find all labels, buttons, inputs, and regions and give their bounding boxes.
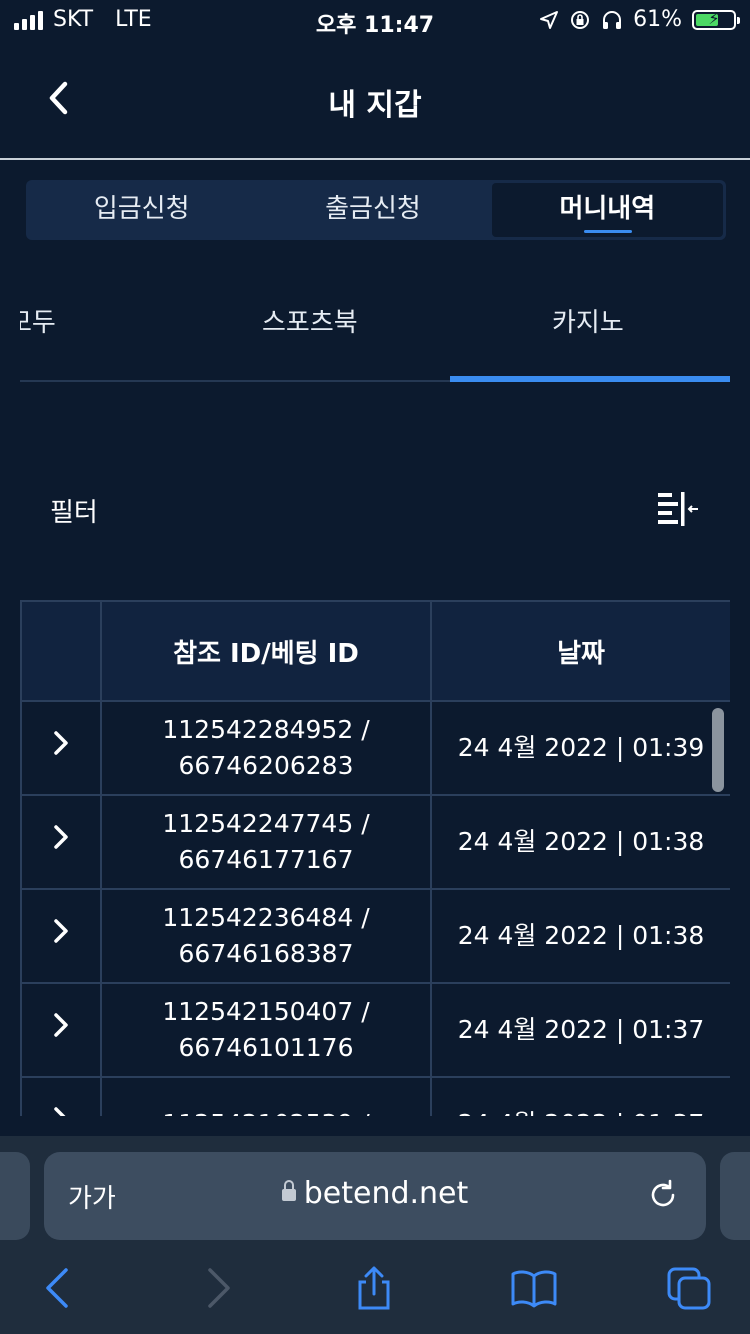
tab-money-history-label: 머니내역 — [559, 194, 656, 224]
subtab-all[interactable]: 모두 — [20, 302, 56, 339]
subtab-casino[interactable]: 카지노 — [552, 302, 624, 339]
date-cell: 24 4월 2022 | 01:37 — [430, 1076, 730, 1116]
filter-label: 필터 — [50, 498, 98, 528]
date-cell: 24 4월 2022 | 01:39 — [430, 700, 730, 796]
tabs-icon[interactable] — [666, 1266, 714, 1310]
table-row[interactable]: 112542284952 / 66746206283 24 4월 2022 | 01… — [20, 700, 730, 796]
share-icon[interactable] — [352, 1266, 396, 1310]
table-row[interactable]: 112542150407 / 66746101176 24 4월 2022 | 01… — [20, 982, 730, 1078]
bookmarks-icon[interactable] — [510, 1266, 558, 1310]
chevron-right-icon[interactable] — [51, 918, 71, 944]
ref-id: 112542150407 / — [162, 997, 370, 1026]
rotation-lock-icon — [571, 10, 590, 29]
lock-icon — [281, 1179, 296, 1201]
column-header-expand — [20, 600, 102, 702]
date-cell: 24 4월 2022 | 01:38 — [430, 888, 730, 984]
active-tab-indicator — [583, 230, 632, 233]
row-expand-cell[interactable] — [20, 700, 102, 796]
bet-id: 66746101176 — [178, 1033, 354, 1062]
url-text: betend.net — [303, 1176, 469, 1211]
ref-id-cell: 112542102539 / — [100, 1076, 432, 1116]
address-bar[interactable]: 가가 betend.net — [44, 1152, 706, 1240]
table-row[interactable]: 112542236484 / 66746168387 24 4월 2022 | 01… — [20, 888, 730, 984]
reload-icon[interactable] — [646, 1178, 680, 1212]
ref-id: 112542236484 / — [162, 903, 370, 932]
bet-id: 66746206283 — [178, 751, 354, 780]
row-expand-cell[interactable] — [20, 794, 102, 890]
category-tabs: 모두 스포츠북 카지노 — [20, 290, 730, 382]
row-expand-cell[interactable] — [20, 982, 102, 1078]
browser-forward-icon[interactable] — [196, 1266, 240, 1310]
tab-deposit-request[interactable]: 입금신청 — [26, 180, 257, 240]
subtab-sportsbook[interactable]: 스포츠북 — [262, 302, 358, 339]
tab-money-history[interactable]: 머니내역 — [491, 183, 723, 237]
location-icon — [540, 10, 559, 29]
tab-withdraw-request[interactable]: 출금신청 — [257, 180, 488, 240]
browser-toolbar — [0, 1266, 750, 1326]
status-bar: SKT LTE 오후 11:47 61% ⚡ — [0, 0, 750, 40]
filter-toggle-icon[interactable] — [656, 490, 700, 530]
battery-percent: 61% — [633, 7, 682, 32]
chevron-right-icon[interactable] — [51, 824, 71, 850]
chevron-right-icon[interactable] — [51, 1106, 71, 1116]
browser-back-icon[interactable] — [36, 1266, 80, 1310]
ref-id-cell: 112542150407 / 66746101176 — [100, 982, 432, 1078]
chevron-right-icon[interactable] — [51, 730, 71, 756]
app-header: 내 지갑 — [0, 40, 750, 160]
table-row[interactable]: 112542247745 / 66746177167 24 4월 2022 | 01… — [20, 794, 730, 890]
table-row[interactable]: 112542102539 /24 4월 2022 | 01:37 — [20, 1076, 730, 1116]
page-title: 내 지갑 — [328, 88, 422, 123]
ref-id-cell: 112542247745 / 66746177167 — [100, 794, 432, 890]
row-expand-cell[interactable] — [20, 888, 102, 984]
column-header-ref-id: 참조 ID/베팅 ID — [100, 600, 432, 702]
previous-tab-card[interactable] — [0, 1152, 30, 1240]
history-table: 참조 ID/베팅 ID 날짜 112542284952 / 66746206283… — [20, 600, 730, 1116]
column-header-date: 날짜 — [430, 600, 730, 702]
active-subtab-indicator — [450, 376, 730, 382]
ref-id-cell: 112542236484 / 66746168387 — [100, 888, 432, 984]
bet-id: 66746177167 — [178, 845, 354, 874]
ref-id: 112542102539 / — [103, 1106, 429, 1116]
scrollbar[interactable] — [712, 708, 724, 792]
browser-bottom-bar: 가가 betend.net — [0, 1136, 750, 1334]
ref-id-cell: 112542284952 / 66746206283 — [100, 700, 432, 796]
date-cell: 24 4월 2022 | 01:37 — [430, 982, 730, 1078]
ref-id: 112542284952 / — [162, 715, 370, 744]
headphones-icon — [603, 10, 622, 29]
battery-icon: ⚡ — [692, 9, 740, 30]
ref-id: 112542247745 / — [162, 809, 370, 838]
wallet-tabs: 입금신청 출금신청 머니내역 — [26, 180, 726, 240]
date-cell: 24 4월 2022 | 01:38 — [430, 794, 730, 890]
row-expand-cell[interactable] — [20, 1076, 102, 1116]
next-tab-card[interactable] — [720, 1152, 750, 1240]
chevron-right-icon[interactable] — [51, 1012, 71, 1038]
bet-id: 66746168387 — [178, 939, 354, 968]
